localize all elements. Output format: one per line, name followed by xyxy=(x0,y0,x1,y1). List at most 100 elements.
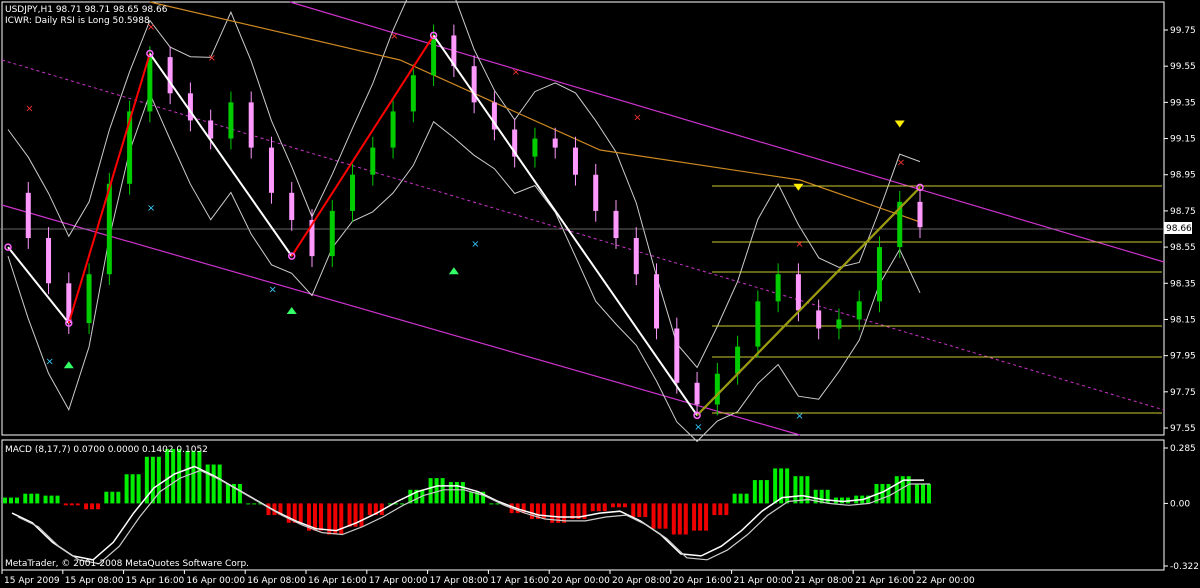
buy-signal-mark: × xyxy=(471,239,479,250)
macd-histogram-bar xyxy=(110,491,115,504)
macd-histogram-bar xyxy=(724,503,729,516)
candle-body xyxy=(816,310,822,329)
macd-tick-label: 0.285 xyxy=(1170,444,1196,454)
candle-body xyxy=(187,93,193,121)
buy-signal-mark: × xyxy=(147,203,155,214)
candle-body xyxy=(390,111,396,148)
candle-body xyxy=(532,138,538,157)
candle-body xyxy=(268,147,274,193)
time-tick-label: 21 Apr 00:00 xyxy=(734,576,793,586)
time-tick-label: 16 Apr 00:00 xyxy=(186,576,245,586)
macd-histogram-bar xyxy=(156,456,161,504)
macd-histogram-bar xyxy=(217,464,222,504)
macd-histogram-bar xyxy=(718,503,723,516)
candle-body xyxy=(46,238,52,284)
sell-signal-mark: × xyxy=(390,31,398,42)
price-tick-label: 98.75 xyxy=(1170,207,1196,217)
price-tick-label: 97.55 xyxy=(1170,424,1196,434)
macd-histogram-bar xyxy=(793,476,798,504)
price-tick-label: 99.35 xyxy=(1170,98,1196,108)
candle-body xyxy=(289,192,295,220)
macd-histogram-bar xyxy=(495,503,500,505)
macd-histogram-bar xyxy=(15,497,19,504)
candle-body xyxy=(795,274,801,311)
macd-histogram-bar xyxy=(116,491,121,504)
candle-body xyxy=(775,274,781,302)
macd-histogram-bar xyxy=(637,503,642,518)
macd-histogram-bar xyxy=(286,503,291,523)
macd-histogram-bar xyxy=(590,503,595,512)
macd-histogram-bar xyxy=(252,503,257,505)
macd-histogram-bar xyxy=(773,468,778,504)
symbol-info: USDJPY,H1 98.71 98.71 98.65 98.66 xyxy=(5,5,168,15)
macd-histogram-bar xyxy=(469,491,474,504)
macd-histogram-bar xyxy=(698,503,703,531)
macd-histogram-bar xyxy=(124,474,129,504)
macd-histogram-bar xyxy=(177,448,182,504)
macd-histogram-bar xyxy=(758,480,763,504)
macd-histogram-bar xyxy=(359,503,364,527)
macd-histogram-bar xyxy=(43,495,48,504)
macd-histogram-bar xyxy=(712,503,717,516)
macd-histogram-bar xyxy=(744,493,749,504)
price-tick-label: 99.55 xyxy=(1170,62,1196,72)
macd-histogram-bar xyxy=(752,480,757,504)
candle-body xyxy=(410,75,416,112)
macd-histogram-bar xyxy=(150,456,155,504)
time-tick-label: 15 Apr 16:00 xyxy=(126,576,185,586)
copyright-text: MetaTrader, © 2001-2008 MetaQuotes Softw… xyxy=(5,559,249,569)
price-tick-label: 99.75 xyxy=(1170,26,1196,36)
macd-histogram-bar xyxy=(225,483,230,504)
candle-body xyxy=(876,247,882,302)
buy-signal-mark: × xyxy=(46,357,54,368)
macd-histogram-bar xyxy=(704,503,709,531)
time-axis: 15 Apr 2009 15 Apr 08:00 15 Apr 16:00 16 Ap… xyxy=(1,570,975,586)
candle-body xyxy=(147,57,153,112)
macd-histogram-bar xyxy=(489,503,494,505)
macd-histogram-bar xyxy=(246,503,251,505)
sell-signal-mark: × xyxy=(633,112,641,123)
trading-chart[interactable]: ×××××××××××××× 99.7599.5599.3599.1598.95… xyxy=(0,0,1200,588)
macd-histogram-bar xyxy=(428,478,433,504)
macd-histogram-bar xyxy=(732,493,737,504)
macd-histogram-bar xyxy=(165,448,170,504)
candle-body xyxy=(613,210,619,239)
macd-histogram-bar xyxy=(671,503,676,535)
price-tick-label: 98.95 xyxy=(1170,171,1196,181)
candle-body xyxy=(248,102,254,148)
macd-histogram-bar xyxy=(785,468,790,504)
buy-signal-mark: × xyxy=(694,422,702,433)
price-tick-label: 97.75 xyxy=(1170,388,1196,398)
candle-body xyxy=(228,102,234,139)
time-tick-label: 17 Apr 16:00 xyxy=(490,576,549,586)
candle-body xyxy=(329,210,335,257)
macd-histogram-bar xyxy=(49,495,54,504)
candle-body xyxy=(167,57,173,94)
candle-body xyxy=(856,301,862,320)
candle-body xyxy=(633,238,639,275)
time-tick-label: 16 Apr 16:00 xyxy=(308,576,367,586)
macd-histogram-bar xyxy=(541,503,546,519)
macd-histogram-bar xyxy=(623,503,627,508)
macd-histogram-bar xyxy=(460,482,465,504)
time-tick-label: 21 Apr 08:00 xyxy=(794,576,853,586)
macd-histogram-bar xyxy=(130,474,135,504)
candle-body xyxy=(208,120,214,139)
candle-body xyxy=(431,35,437,76)
macd-histogram-bar xyxy=(683,503,688,535)
macd-tick-label: -0.322 xyxy=(1170,562,1199,572)
macd-label: MACD (8,17,7) 0.0700 0.0000 0.1402 0.105… xyxy=(5,445,208,455)
macd-histogram-bar xyxy=(643,503,648,518)
macd-histogram-bar xyxy=(211,464,216,504)
macd-histogram-bar xyxy=(298,503,303,523)
macd-histogram-bar xyxy=(825,489,830,504)
time-tick-label: 20 Apr 16:00 xyxy=(673,576,732,586)
macd-histogram-bar xyxy=(237,483,242,504)
macd-histogram-bar xyxy=(29,493,34,504)
macd-histogram-bar xyxy=(529,503,534,519)
candle-body xyxy=(86,274,92,324)
macd-histogram-bar xyxy=(84,503,89,510)
macd-histogram-bar xyxy=(921,483,925,504)
macd-histogram-bar xyxy=(205,464,210,504)
time-tick-label: 20 Apr 08:00 xyxy=(612,576,671,586)
